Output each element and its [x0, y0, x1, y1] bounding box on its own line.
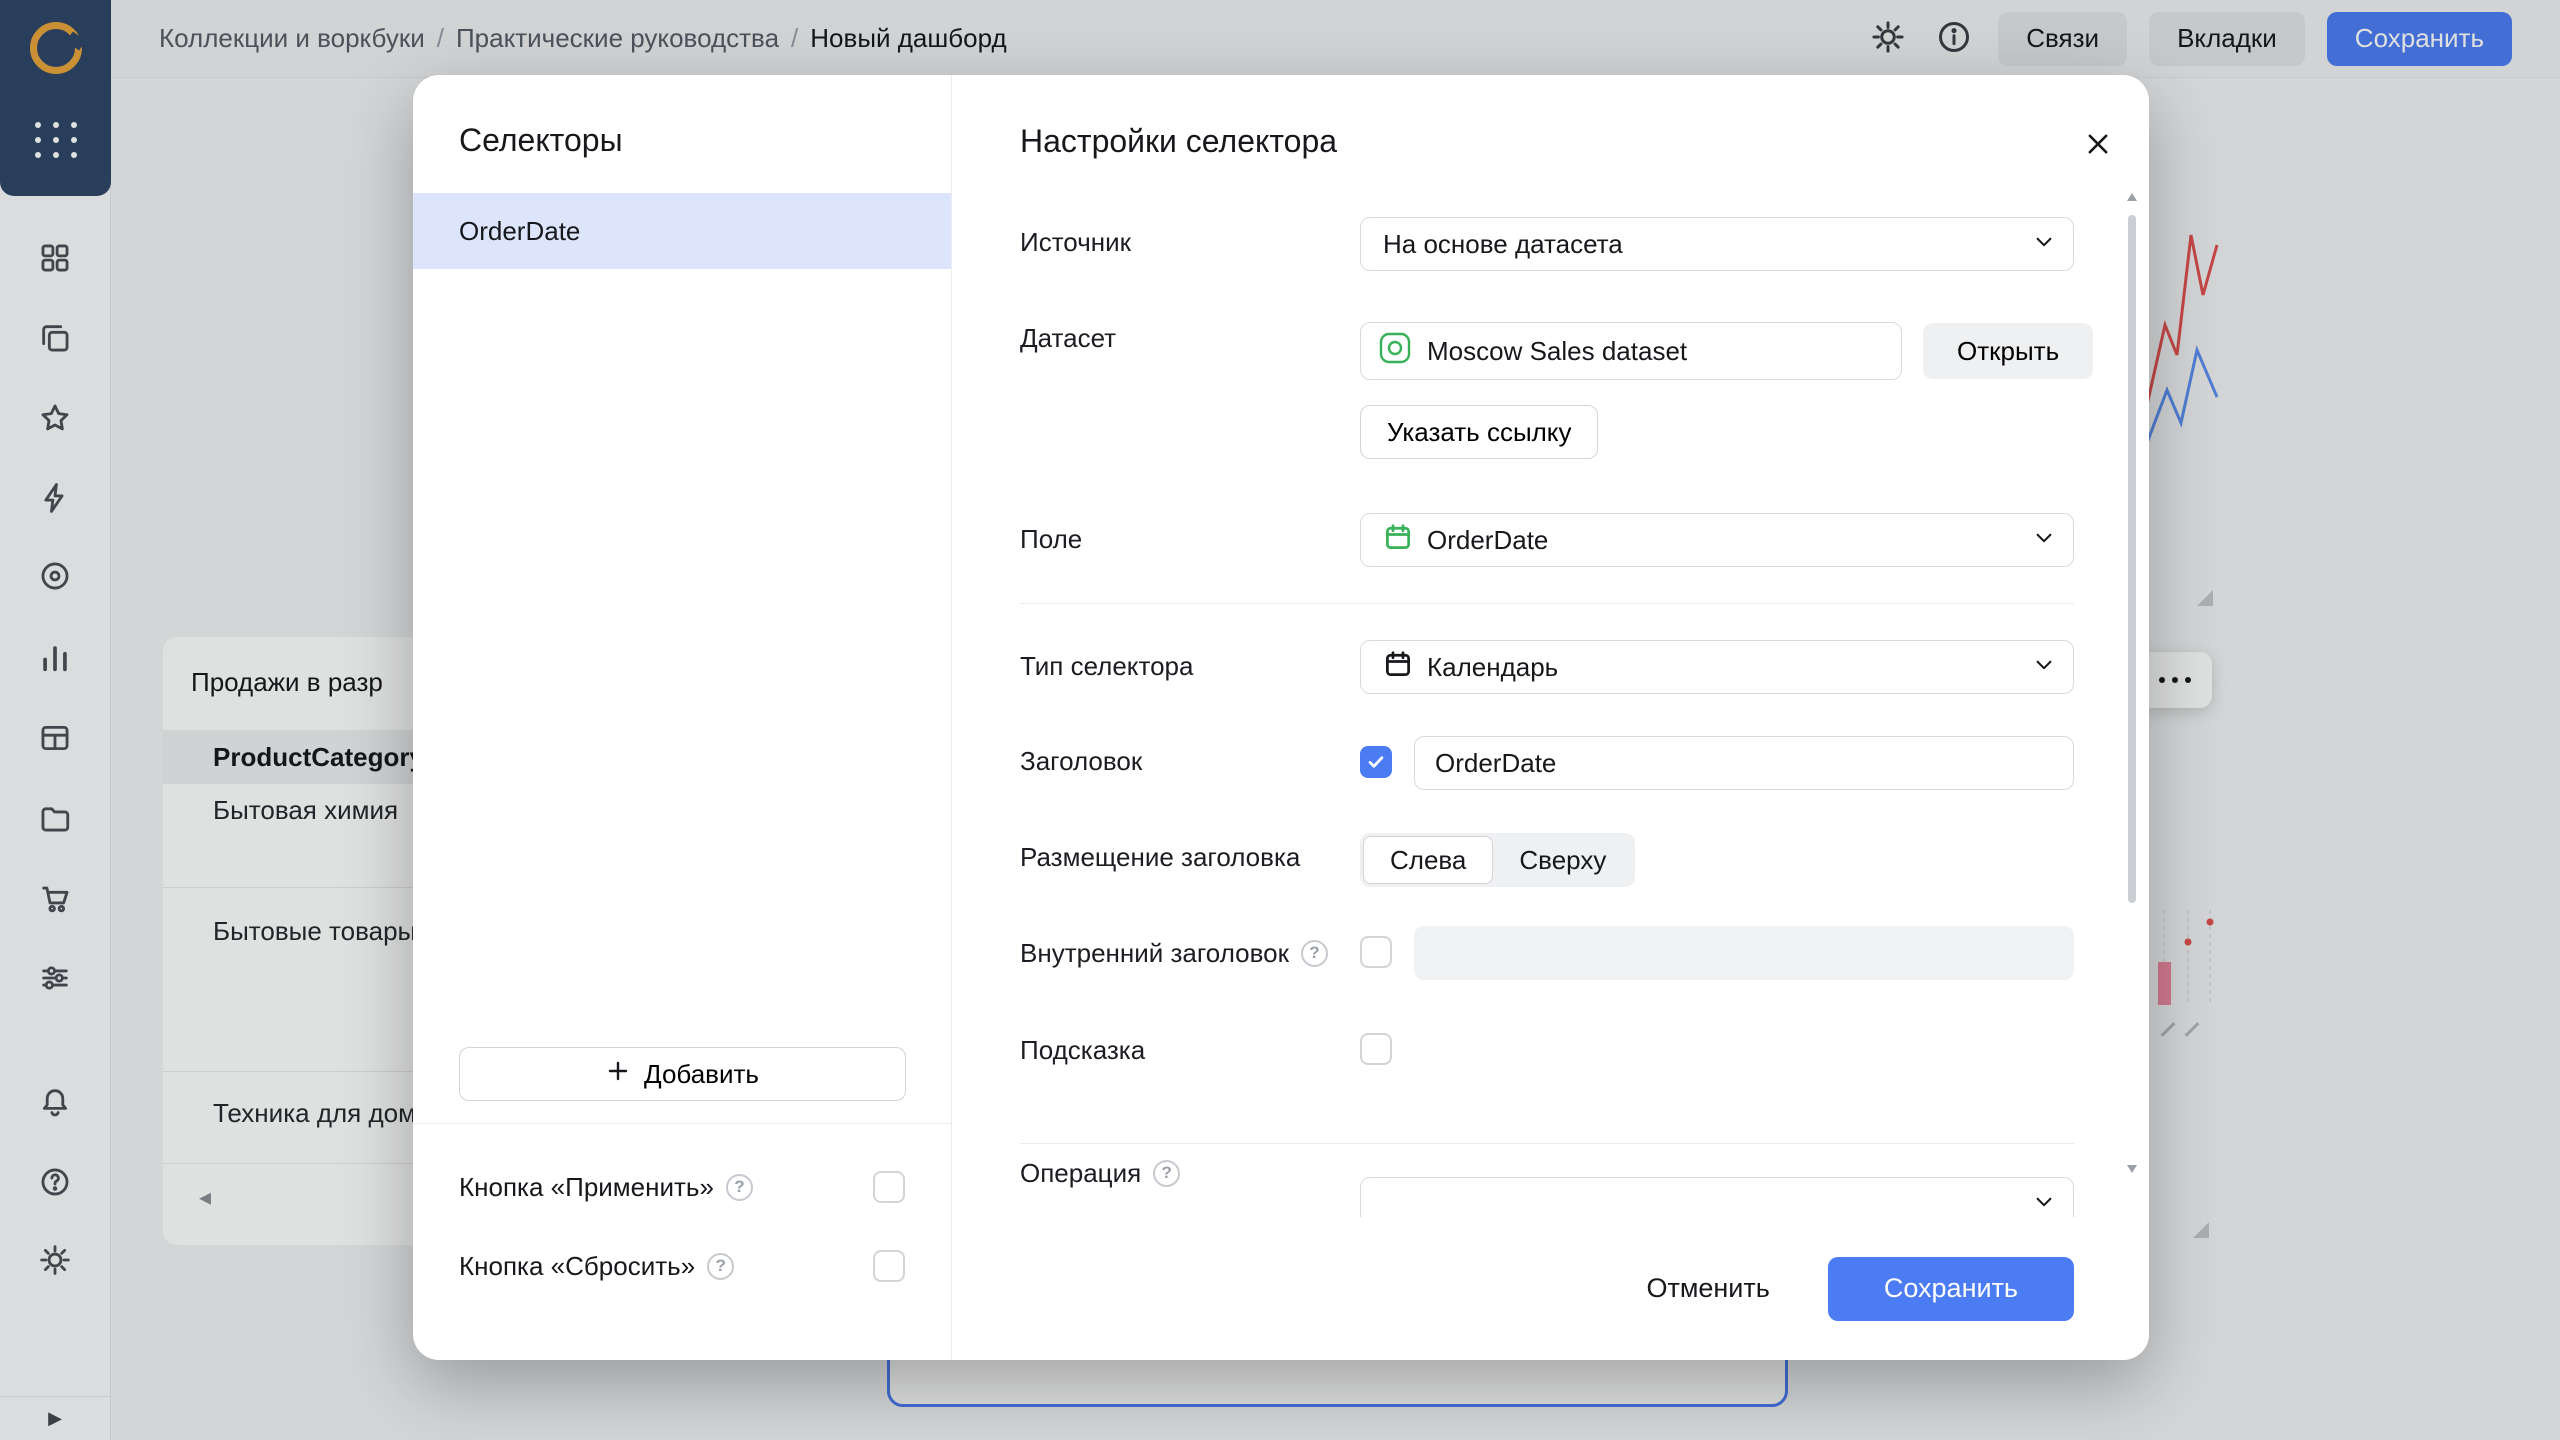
hint-label: Подсказка [1020, 1034, 1145, 1066]
scrollbar-thumb[interactable] [2128, 215, 2136, 903]
selectors-list-panel: Селекторы OrderDate Добавить Кнопка «При… [413, 75, 952, 1360]
inner-title-checkbox[interactable] [1360, 936, 1392, 968]
apply-button-label: Кнопка «Применить» [459, 1172, 714, 1203]
reset-button-label: Кнопка «Сбросить» [459, 1251, 695, 1282]
scroll-down-icon[interactable] [2127, 1165, 2137, 1173]
field-label: Поле [1020, 523, 1082, 555]
source-select[interactable]: На основе датасета [1360, 217, 2074, 271]
chevron-down-icon [2033, 525, 2055, 556]
selector-type-select[interactable]: Календарь [1360, 640, 2074, 694]
help-circle-icon[interactable]: ? [1301, 940, 1328, 967]
settings-panel-title: Настройки селектора [1020, 123, 1337, 160]
reset-button-checkbox[interactable] [873, 1250, 905, 1282]
dialog-scrollbar [2124, 193, 2140, 1173]
dataset-icon [1377, 330, 1413, 373]
selector-type-label: Тип селектора [1020, 650, 1193, 682]
operation-label: Операция ? [1020, 1157, 1180, 1189]
add-selector-label: Добавить [644, 1059, 759, 1090]
apply-button-checkbox[interactable] [873, 1171, 905, 1203]
open-dataset-button[interactable]: Открыть [1923, 323, 2093, 379]
inner-title-text: Внутренний заголовок [1020, 937, 1289, 969]
form-divider [1020, 1143, 2074, 1144]
close-dialog-button[interactable] [2076, 123, 2120, 167]
operation-text: Операция [1020, 1157, 1141, 1189]
title-checkbox[interactable] [1360, 746, 1392, 778]
form-divider [1020, 603, 2074, 604]
scroll-up-icon[interactable] [2127, 193, 2137, 201]
specify-link-button[interactable]: Указать ссылку [1360, 405, 1598, 459]
calendar-field-icon [1383, 522, 1413, 559]
selector-item-label: OrderDate [459, 216, 580, 247]
source-label: Источник [1020, 226, 1131, 258]
panel-divider [413, 1123, 951, 1124]
help-circle-icon[interactable]: ? [707, 1253, 734, 1280]
calendar-icon [1383, 649, 1413, 686]
reset-button-row: Кнопка «Сбросить» ? [459, 1241, 905, 1291]
placement-label: Размещение заголовка [1020, 841, 1300, 873]
hint-checkbox[interactable] [1360, 1033, 1392, 1065]
help-circle-icon[interactable]: ? [1153, 1160, 1180, 1187]
placement-segmented-control: Слева Сверху [1360, 833, 1635, 887]
title-label: Заголовок [1020, 745, 1142, 777]
selector-settings-panel: Настройки селектора Источник На основе д… [952, 75, 2149, 1360]
check-icon [1365, 751, 1387, 773]
chevron-down-icon [2033, 229, 2055, 260]
apply-button-row: Кнопка «Применить» ? [459, 1162, 905, 1212]
title-input[interactable] [1414, 736, 2074, 790]
selector-type-value: Календарь [1427, 652, 1558, 683]
source-value: На основе датасета [1383, 229, 1623, 260]
dataset-label: Датасет [1020, 322, 1116, 354]
field-select[interactable]: OrderDate [1360, 513, 2074, 567]
dataset-name: Moscow Sales dataset [1427, 336, 1687, 367]
inner-title-label: Внутренний заголовок ? [1020, 937, 1328, 969]
help-circle-icon[interactable]: ? [726, 1174, 753, 1201]
selectors-panel-title: Селекторы [459, 122, 623, 159]
cancel-button[interactable]: Отменить [1616, 1257, 1799, 1321]
add-selector-button[interactable]: Добавить [459, 1047, 906, 1101]
inner-title-input[interactable] [1414, 926, 2074, 980]
selector-dialog: Селекторы OrderDate Добавить Кнопка «При… [413, 75, 2149, 1360]
close-icon [2084, 130, 2112, 161]
dialog-save-button[interactable]: Сохранить [1828, 1257, 2074, 1321]
dialog-footer: Отменить Сохранить [952, 1217, 2149, 1360]
chevron-down-icon [2033, 1189, 2055, 1220]
field-value: OrderDate [1427, 525, 1548, 556]
selector-list-item-orderdate[interactable]: OrderDate [413, 193, 951, 269]
placement-option-left[interactable]: Слева [1363, 836, 1493, 884]
dataset-field[interactable]: Moscow Sales dataset [1360, 322, 1902, 380]
plus-icon [606, 1059, 630, 1090]
app-root: Коллекции и воркбуки / Практические руко… [0, 0, 2560, 1440]
chevron-down-icon [2033, 652, 2055, 683]
placement-option-top[interactable]: Сверху [1493, 836, 1632, 884]
